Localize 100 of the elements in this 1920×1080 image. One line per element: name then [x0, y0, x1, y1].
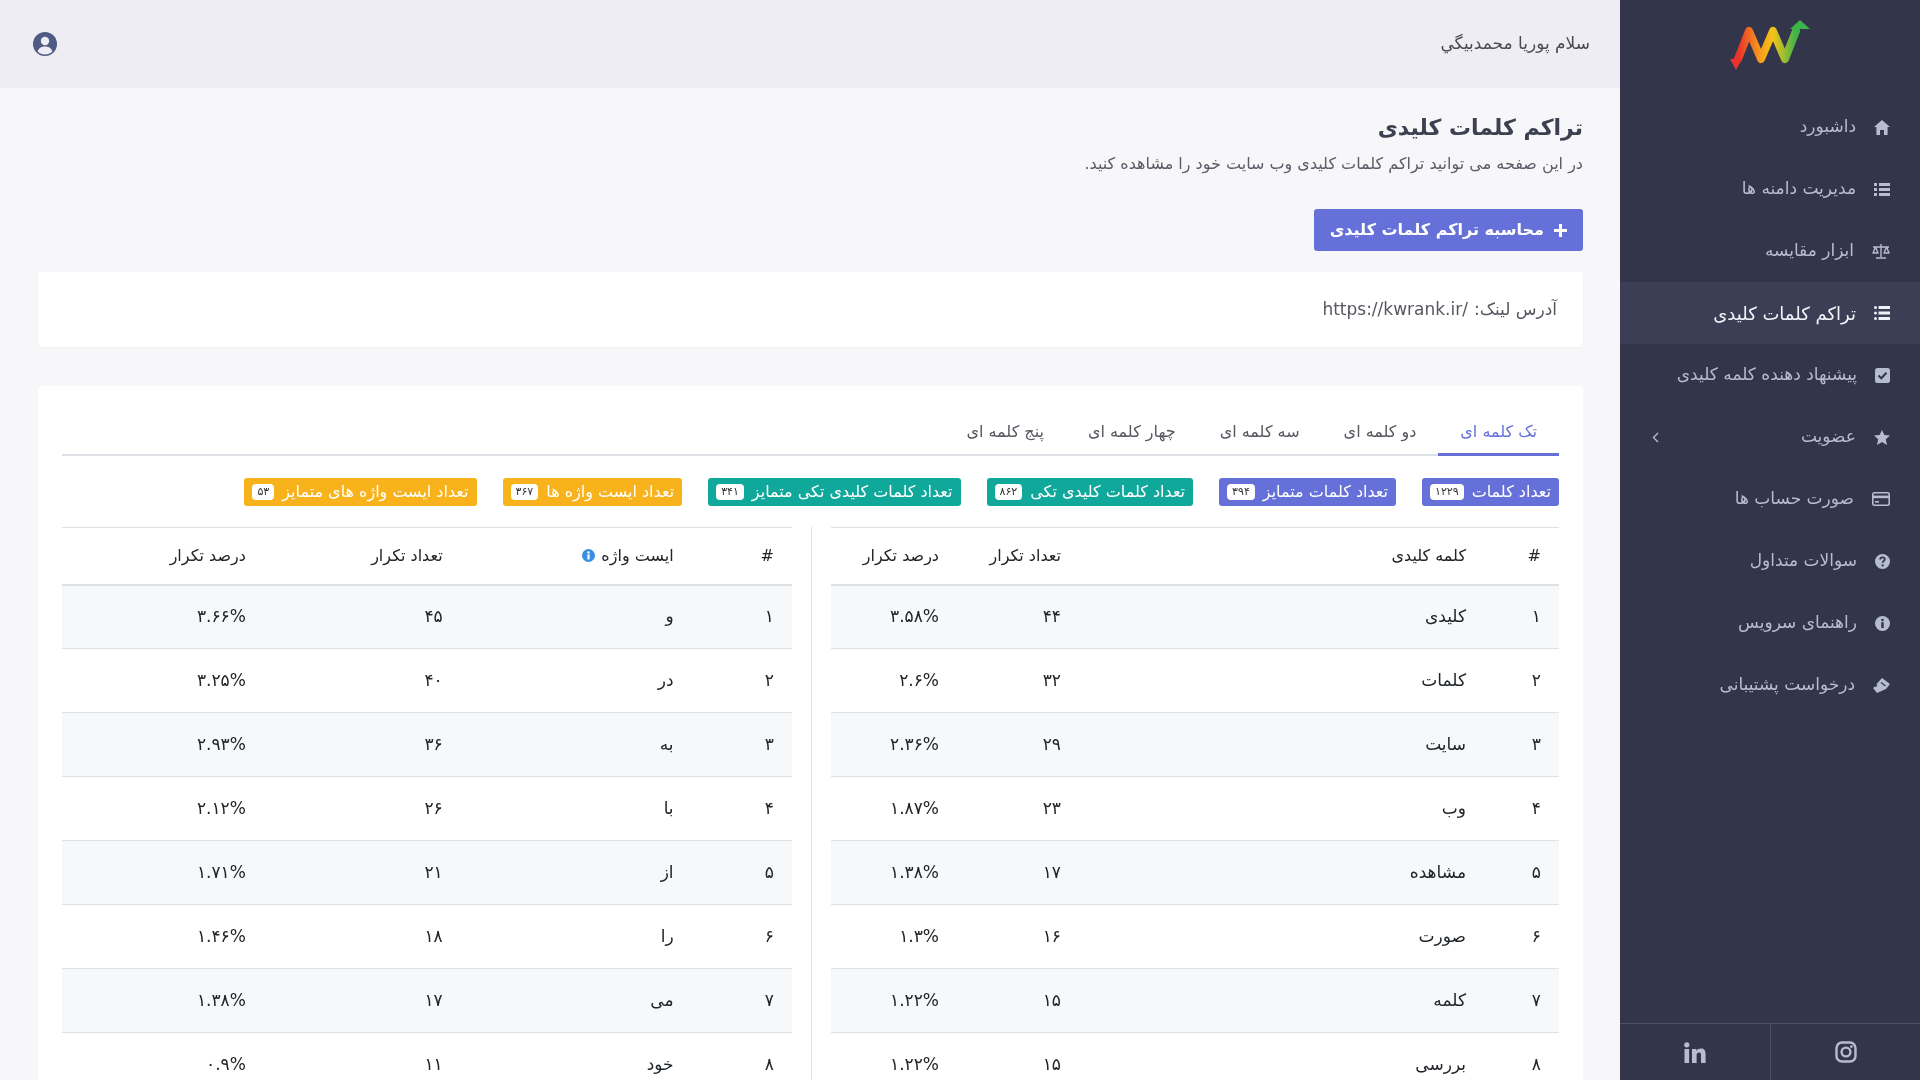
- table-cell: ۳.۲۵%: [62, 648, 264, 713]
- sidebar-item[interactable]: درخواست پشتیبانی: [1620, 654, 1920, 716]
- page-title: تراکم کلمات کلیدی: [1376, 114, 1583, 143]
- table-cell: ۱.۲۲%: [831, 968, 957, 1033]
- column-header: تعداد تکرار: [989, 544, 1061, 568]
- table-cell: ۴: [1484, 776, 1559, 841]
- link-label: آدرس لینک:: [1473, 297, 1557, 321]
- sidebar-item[interactable]: داشبورد: [1620, 96, 1920, 158]
- page-description: در این صفحه می توانید تراکم کلمات کلیدی وب سایت خود را مشاهده کنید.: [1083, 153, 1583, 176]
- table-cell: ۸: [1484, 1032, 1559, 1080]
- badge-label: تعداد ایست واژه های متمایز: [282, 481, 469, 504]
- table-cell: ۱.۷۱%: [62, 840, 264, 905]
- tab[interactable]: چهار کلمه ای: [1066, 410, 1198, 456]
- table-cell: مشاهده: [1079, 840, 1484, 905]
- sidebar-item[interactable]: ابزار مقایسه: [1620, 220, 1920, 282]
- table-cell: ۲۹: [957, 712, 1079, 777]
- star-icon: [1874, 429, 1890, 445]
- sidebar-item[interactable]: پیشنهاد دهنده کلمه کلیدی: [1620, 344, 1920, 406]
- table-cell: ۱۷: [957, 840, 1079, 905]
- table-cell: ۱.۳%: [831, 904, 957, 969]
- tab[interactable]: سه کلمه ای: [1197, 410, 1322, 456]
- badge-label: تعداد کلمات: [1471, 481, 1551, 503]
- table-cell: ۱: [1484, 584, 1559, 649]
- table-cell: ۲.۶%: [831, 648, 957, 713]
- table-cell: ۷: [691, 968, 792, 1033]
- table-cell: خود: [460, 1032, 692, 1080]
- badge-label: تعداد کلمات کلیدی تکی متمایز: [751, 481, 953, 504]
- table-cell: به: [460, 712, 692, 777]
- home-icon: [1874, 119, 1890, 135]
- table-cell: ۲۱: [263, 840, 461, 905]
- table-cell: از: [460, 840, 692, 905]
- tab[interactable]: پنج کلمه ای: [944, 410, 1066, 456]
- table-cell: صورت: [1079, 904, 1484, 969]
- sidebar-item[interactable]: صورت حساب ها: [1620, 468, 1920, 530]
- table-cell: ۱۸: [263, 904, 461, 969]
- sidebar-item[interactable]: سوالات متداول: [1620, 530, 1920, 592]
- count-pill: ۱۲۲۹: [1430, 484, 1464, 500]
- table-cell: کلمات: [1079, 648, 1484, 713]
- table-cell: ۴: [691, 776, 792, 841]
- table-cell: با: [460, 776, 692, 841]
- column-header: درصد تکرار: [169, 544, 246, 568]
- table-cell: ۴۰: [263, 648, 461, 713]
- table-cell: کلمه: [1079, 968, 1484, 1033]
- table-cell: ۱۶: [957, 904, 1079, 969]
- list-icon: [1874, 182, 1890, 196]
- column-header: کلمه کلیدی: [1391, 544, 1466, 567]
- user-icon[interactable]: [32, 31, 58, 57]
- info-icon[interactable]: [582, 549, 596, 563]
- table-cell: ۲۳: [957, 776, 1079, 841]
- badge-label: تعداد کلمات متمایز: [1262, 481, 1389, 504]
- table-cell: ۱۷: [263, 968, 461, 1033]
- table-cell: ۲.۹۳%: [62, 712, 264, 777]
- table-cell: ۰.۹%: [62, 1032, 264, 1080]
- table-cell: ۵: [1484, 840, 1559, 905]
- table-cell: ۴۴: [957, 584, 1079, 649]
- table-cell: در: [460, 648, 692, 713]
- sidebar-item[interactable]: تراکم کلمات کلیدی: [1620, 282, 1920, 344]
- sidebar-item[interactable]: راهنمای سرویس: [1620, 592, 1920, 654]
- table-cell: می: [460, 968, 692, 1033]
- table-cell: کلیدی: [1079, 584, 1484, 649]
- greeting-text: سلام پوریا محمدبیگي: [1440, 32, 1590, 56]
- table-cell: ۳: [1484, 712, 1559, 777]
- sidebar-item[interactable]: عضویت: [1620, 406, 1920, 468]
- tab[interactable]: دو کلمه ای: [1321, 410, 1439, 456]
- table-cell: ۶: [1484, 904, 1559, 969]
- table-cell: ۳۲: [957, 648, 1079, 713]
- column-header: #: [1527, 544, 1541, 567]
- count-pill: ۳۴۱: [716, 484, 744, 500]
- table-cell: ۵: [691, 840, 792, 905]
- count-pill: ۵۳: [252, 484, 275, 500]
- column-header: درصد تکرار: [862, 544, 939, 568]
- linkedin-icon[interactable]: [1684, 1041, 1706, 1063]
- column-header: تعداد تکرار: [371, 544, 443, 568]
- url-text: https://kwrank.ir/: [1322, 297, 1468, 321]
- table-cell: ۱: [691, 584, 792, 649]
- table-cell: ۶: [691, 904, 792, 969]
- sidebar-item[interactable]: مدیریت دامنه ها: [1620, 158, 1920, 220]
- table-cell: ۳.۶۶%: [62, 584, 264, 649]
- instagram-icon[interactable]: [1834, 1041, 1857, 1063]
- table-cell: ۱۵: [957, 968, 1079, 1033]
- table-cell: و: [460, 584, 692, 649]
- table-cell: ۱.۳۸%: [62, 968, 264, 1033]
- tab[interactable]: تک کلمه ای: [1438, 410, 1559, 456]
- scale-icon: [1872, 243, 1890, 259]
- table-cell: ۲: [1484, 648, 1559, 713]
- table-cell: ۲: [691, 648, 792, 713]
- info-icon: [1875, 615, 1890, 631]
- table-cell: ۷: [1484, 968, 1559, 1033]
- credit-card-icon: [1872, 492, 1890, 506]
- count-pill: ۳۹۴: [1227, 484, 1255, 500]
- table-cell: ۸: [691, 1032, 792, 1080]
- table-cell: ۳.۵۸%: [831, 584, 957, 649]
- table-cell: بررسی: [1079, 1032, 1484, 1080]
- list-icon: [1874, 306, 1890, 320]
- table-cell: ۱.۸۷%: [831, 776, 957, 841]
- badge-label: تعداد کلمات کلیدی تکی: [1030, 481, 1186, 503]
- calculate-button[interactable]: محاسبه تراکم کلمات کلیدی: [1313, 209, 1583, 251]
- table-cell: ۱.۴۶%: [62, 904, 264, 969]
- table-cell: ۳: [691, 712, 792, 777]
- chevron-icon: [1652, 431, 1659, 443]
